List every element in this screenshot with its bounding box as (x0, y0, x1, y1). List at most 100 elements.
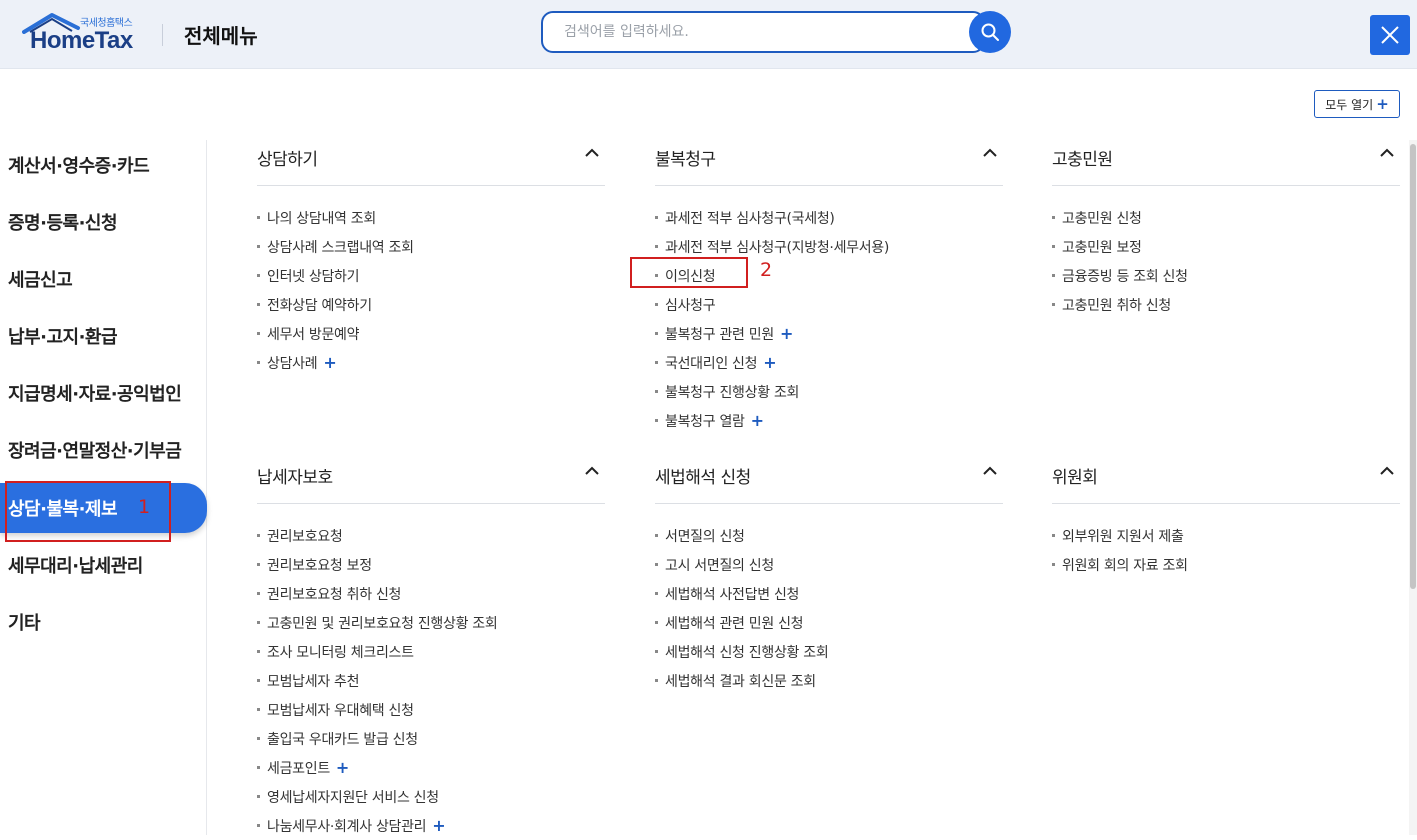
expand-plus-icon[interactable]: + (336, 758, 349, 777)
menu-item: 불복청구 진행상황 조회 (655, 377, 1003, 406)
sidebar-item-tax-filing[interactable]: 세금신고 (0, 254, 207, 304)
bullet-icon (257, 737, 260, 740)
menu-item-link[interactable]: 고충민원 취하 신청 (1062, 295, 1171, 315)
menu-item-link[interactable]: 불복청구 관련 민원 (665, 324, 774, 344)
bullet-icon (1052, 303, 1055, 306)
bullet-icon (1052, 563, 1055, 566)
bullet-icon (655, 216, 658, 219)
menu-item-link[interactable]: 고충민원 보정 (1062, 237, 1142, 257)
chevron-up-icon[interactable] (983, 466, 997, 476)
section-header[interactable]: 위원회 (1052, 458, 1400, 504)
menu-item-link[interactable]: 국선대리인 신청 (665, 353, 758, 373)
menu-item-link[interactable]: 세법해석 사전답변 신청 (665, 584, 799, 604)
menu-item-link[interactable]: 위원회 회의 자료 조회 (1062, 555, 1188, 575)
section-header[interactable]: 불복청구 (655, 140, 1003, 186)
bullet-icon (1052, 534, 1055, 537)
menu-item-link[interactable]: 영세납세자지원단 서비스 신청 (267, 787, 439, 807)
chevron-up-icon[interactable] (1380, 466, 1394, 476)
sidebar-item-certificate[interactable]: 증명·등록·신청 (0, 197, 207, 247)
menu-item-link[interactable]: 과세전 적부 심사청구(지방청·세무서용) (665, 237, 889, 257)
menu-item-link[interactable]: 과세전 적부 심사청구(국세청) (665, 208, 835, 228)
menu-item-link[interactable]: 인터넷 상담하기 (267, 266, 360, 286)
sidebar-item-invoice[interactable]: 계산서·영수증·카드 (0, 140, 207, 190)
menu-item: 과세전 적부 심사청구(국세청) (655, 203, 1003, 232)
section-header[interactable]: 납세자보호 (257, 458, 605, 504)
sidebar-item-tax-agent[interactable]: 세무대리·납세관리 (0, 540, 207, 590)
annotation-number-1: 1 (138, 496, 151, 518)
menu-item: 조사 모니터링 체크리스트 (257, 637, 605, 666)
menu-item: 영세납세자지원단 서비스 신청 (257, 782, 605, 811)
bullet-icon (257, 824, 260, 827)
hometax-logo[interactable]: 국세청홈택스 HomeTax (22, 12, 140, 54)
sidebar-item-label: 장려금·연말정산·기부금 (8, 441, 182, 462)
menu-item-link[interactable]: 조사 모니터링 체크리스트 (267, 642, 414, 662)
menu-item: 세금포인트 + (257, 753, 605, 782)
menu-item-link[interactable]: 권리보호요청 보정 (267, 555, 372, 575)
expand-plus-icon[interactable]: + (763, 353, 776, 372)
section-grievance: 고충민원고충민원 신청고충민원 보정금융증빙 등 조회 신청고충민원 취하 신청 (1052, 140, 1400, 319)
chevron-up-icon[interactable] (585, 148, 599, 158)
menu-item-link[interactable]: 금융증빙 등 조회 신청 (1062, 266, 1188, 286)
menu-item: 고충민원 취하 신청 (1052, 290, 1400, 319)
bullet-icon (655, 390, 658, 393)
sidebar-item-label: 기타 (8, 613, 41, 634)
search-icon (981, 23, 999, 41)
menu-item-link[interactable]: 모범납세자 추천 (267, 671, 360, 691)
expand-plus-icon[interactable]: + (432, 816, 445, 835)
menu-item-link[interactable]: 나눔세무사·회계사 상담관리 (267, 816, 427, 836)
section-header[interactable]: 고충민원 (1052, 140, 1400, 186)
search-input[interactable] (541, 11, 985, 53)
section-consultation: 상담하기나의 상담내역 조회상담사례 스크랩내역 조회인터넷 상담하기전화상담 … (257, 140, 605, 377)
menu-item-link[interactable]: 권리보호요청 취하 신청 (267, 584, 401, 604)
expand-plus-icon[interactable]: + (751, 411, 764, 430)
chevron-up-icon[interactable] (983, 148, 997, 158)
menu-item: 나눔세무사·회계사 상담관리 + (257, 811, 605, 840)
menu-item-link[interactable]: 불복청구 열람 (665, 411, 745, 431)
menu-item-link[interactable]: 서면질의 신청 (665, 526, 745, 546)
expand-plus-icon[interactable]: + (323, 353, 336, 372)
menu-item-link[interactable]: 불복청구 진행상황 조회 (665, 382, 799, 402)
close-button[interactable] (1370, 15, 1410, 55)
bullet-icon (1052, 245, 1055, 248)
menu-item-link[interactable]: 출입국 우대카드 발급 신청 (267, 729, 418, 749)
chevron-up-icon[interactable] (585, 466, 599, 476)
menu-item: 불복청구 관련 민원 + (655, 319, 1003, 348)
menu-item-link[interactable]: 나의 상담내역 조회 (267, 208, 376, 228)
section-header[interactable]: 세법해석 신청 (655, 458, 1003, 504)
top-header: 국세청홈택스 HomeTax 전체메뉴 (0, 0, 1417, 69)
menu-item-link[interactable]: 세법해석 관련 민원 신청 (665, 613, 804, 633)
menu-item-link[interactable]: 고충민원 신청 (1062, 208, 1142, 228)
sidebar-item-etc[interactable]: 기타 (0, 597, 207, 647)
section-item-list: 고충민원 신청고충민원 보정금융증빙 등 조회 신청고충민원 취하 신청 (1052, 203, 1400, 319)
bullet-icon (257, 245, 260, 248)
menu-item: 상담사례 + (257, 348, 605, 377)
menu-item-link[interactable]: 상담사례 스크랩내역 조회 (267, 237, 414, 257)
menu-item-link[interactable]: 모범납세자 우대혜택 신청 (267, 700, 414, 720)
search-button[interactable] (969, 11, 1011, 53)
open-all-button[interactable]: 모두 열기 + (1314, 90, 1400, 118)
menu-item-link[interactable]: 고시 서면질의 신청 (665, 555, 774, 575)
menu-item-link[interactable]: 세무서 방문예약 (267, 324, 360, 344)
menu-item-link[interactable]: 세법해석 결과 회신문 조회 (665, 671, 816, 691)
bullet-icon (257, 274, 260, 277)
menu-item-link[interactable]: 심사청구 (665, 295, 716, 315)
menu-item: 세무서 방문예약 (257, 319, 605, 348)
menu-item-link[interactable]: 세법해석 신청 진행상황 조회 (665, 642, 829, 662)
bullet-icon (257, 216, 260, 219)
menu-item-link[interactable]: 고충민원 및 권리보호요청 진행상황 조회 (267, 613, 498, 633)
bullet-icon (655, 419, 658, 422)
menu-item-link[interactable]: 세금포인트 (267, 758, 330, 778)
menu-item-link[interactable]: 전화상담 예약하기 (267, 295, 372, 315)
sidebar-item-statements[interactable]: 지급명세·자료·공익법인 (0, 368, 207, 418)
chevron-up-icon[interactable] (1380, 148, 1394, 158)
scrollbar-thumb[interactable] (1410, 144, 1416, 589)
header-divider (162, 24, 163, 46)
menu-item-link[interactable]: 상담사례 (267, 353, 318, 373)
menu-item-link[interactable]: 권리보호요청 (267, 526, 343, 546)
scrollbar[interactable] (1409, 140, 1417, 835)
sidebar-item-payment[interactable]: 납부·고지·환급 (0, 311, 207, 361)
menu-item-link[interactable]: 외부위원 지원서 제출 (1062, 526, 1184, 546)
sidebar-item-incentives[interactable]: 장려금·연말정산·기부금 (0, 425, 207, 475)
section-header[interactable]: 상담하기 (257, 140, 605, 186)
expand-plus-icon[interactable]: + (780, 324, 793, 343)
